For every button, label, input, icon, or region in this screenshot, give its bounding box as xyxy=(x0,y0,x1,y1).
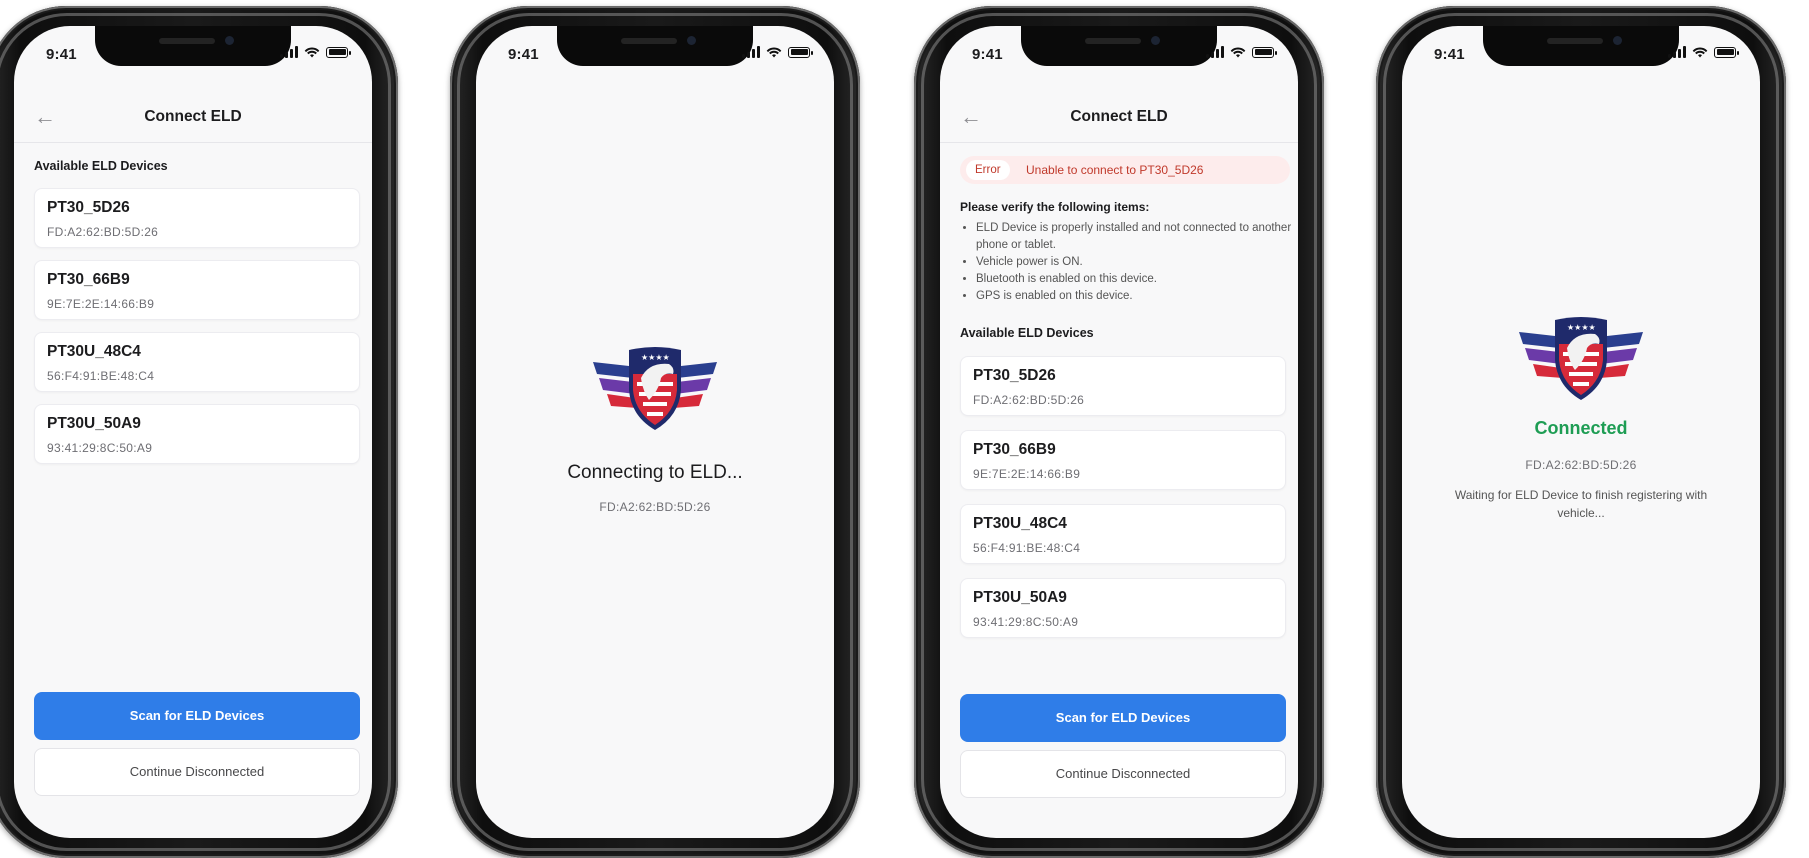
continue-disconnected-button[interactable]: Continue Disconnected xyxy=(960,750,1286,798)
svg-text:★★★★: ★★★★ xyxy=(1567,323,1596,332)
status-icons xyxy=(280,46,351,58)
device-card[interactable]: PT30U_50A9 93:41:29:8C:50:A9 xyxy=(34,404,360,464)
device-mac: 56:F4:91:BE:48:C4 xyxy=(973,541,1081,555)
svg-text:★★★★: ★★★★ xyxy=(641,353,670,362)
screen: 9:41 ★★★★ Connected FD:A2:62:BD:5D:26 Wa… xyxy=(1402,26,1760,838)
connected-mac: FD:A2:62:BD:5D:26 xyxy=(1525,458,1637,472)
status-icons xyxy=(742,46,813,58)
verify-item: ELD Device is properly installed and not… xyxy=(976,220,1296,254)
device-card[interactable]: PT30U_50A9 93:41:29:8C:50:A9 xyxy=(960,578,1286,638)
notch xyxy=(1483,26,1679,66)
available-devices-heading: Available ELD Devices xyxy=(960,326,1094,340)
device-name: PT30_5D26 xyxy=(973,367,1056,384)
device-mac: FD:A2:62:BD:5D:26 xyxy=(47,225,159,239)
phone-device-list: 9:41 ← Connect ELD Available ELD Devices… xyxy=(0,6,398,858)
connected-message: Waiting for ELD Device to finish registe… xyxy=(1454,488,1708,520)
eagle-shield-logo: ★★★★ xyxy=(593,347,717,430)
notch xyxy=(557,26,753,66)
error-message: Unable to connect to PT30_5D26 xyxy=(1026,163,1204,177)
notch xyxy=(1021,26,1217,66)
signal-icon xyxy=(1668,46,1686,58)
page-title: Connect ELD xyxy=(144,108,242,125)
status-icons xyxy=(1668,46,1739,58)
connected-title: Connected xyxy=(1534,418,1628,438)
device-mac: 93:41:29:8C:50:A9 xyxy=(973,615,1079,629)
verify-heading: Please verify the following items: xyxy=(960,200,1150,214)
device-name: PT30_66B9 xyxy=(47,271,130,288)
status-time: 9:41 xyxy=(972,46,1003,63)
wifi-icon xyxy=(304,47,320,58)
device-mac: 56:F4:91:BE:48:C4 xyxy=(47,369,155,383)
wifi-icon xyxy=(1692,47,1708,58)
signal-icon xyxy=(742,46,760,58)
connecting-text: Connecting to ELD... xyxy=(567,462,743,483)
status-time: 9:41 xyxy=(1434,46,1465,63)
connecting-mac: FD:A2:62:BD:5D:26 xyxy=(599,500,711,514)
battery-icon xyxy=(326,46,351,58)
screen: 9:41 ← Connect ELD Available ELD Devices… xyxy=(14,26,372,838)
battery-icon xyxy=(1252,46,1277,58)
error-label: Error xyxy=(966,160,1010,180)
wifi-icon xyxy=(766,47,782,58)
device-name: PT30U_48C4 xyxy=(973,515,1067,532)
verify-list: ELD Device is properly installed and not… xyxy=(960,220,1296,305)
screen: 9:41 ★★★★ Connecting to ELD... FD:A2:62:… xyxy=(476,26,834,838)
device-mac: 9E:7E:2E:14:66:B9 xyxy=(973,467,1081,481)
phone-connected: 9:41 ★★★★ Connected FD:A2:62:BD:5D:26 Wa… xyxy=(1376,6,1786,858)
phone-error: 9:41 ← Connect ELD Error Unable to conne… xyxy=(914,6,1324,858)
device-card[interactable]: PT30_5D26 FD:A2:62:BD:5D:26 xyxy=(960,356,1286,416)
status-time: 9:41 xyxy=(46,46,77,63)
available-devices-heading: Available ELD Devices xyxy=(34,159,168,173)
notch xyxy=(95,26,291,66)
verify-item: Bluetooth is enabled on this device. xyxy=(976,271,1296,288)
battery-icon xyxy=(788,46,813,58)
wifi-icon xyxy=(1230,47,1246,58)
verify-item: Vehicle power is ON. xyxy=(976,254,1296,271)
device-mac: FD:A2:62:BD:5D:26 xyxy=(973,393,1085,407)
error-banner: Error Unable to connect to PT30_5D26 xyxy=(960,156,1290,184)
continue-disconnected-button[interactable]: Continue Disconnected xyxy=(34,748,360,796)
verify-item: GPS is enabled on this device. xyxy=(976,288,1296,305)
device-card[interactable]: PT30_5D26 FD:A2:62:BD:5D:26 xyxy=(34,188,360,248)
device-mac: 93:41:29:8C:50:A9 xyxy=(47,441,153,455)
eagle-shield-logo: ★★★★ xyxy=(1519,317,1643,400)
signal-icon xyxy=(1206,46,1224,58)
device-name: PT30U_50A9 xyxy=(973,589,1067,606)
status-time: 9:41 xyxy=(508,46,539,63)
battery-icon xyxy=(1714,46,1739,58)
page-title: Connect ELD xyxy=(1070,108,1168,125)
device-name: PT30U_48C4 xyxy=(47,343,141,360)
device-name: PT30_5D26 xyxy=(47,199,130,216)
device-card[interactable]: PT30U_48C4 56:F4:91:BE:48:C4 xyxy=(34,332,360,392)
device-card[interactable]: PT30_66B9 9E:7E:2E:14:66:B9 xyxy=(960,430,1286,490)
scan-button[interactable]: Scan for ELD Devices xyxy=(960,694,1286,742)
scan-button[interactable]: Scan for ELD Devices xyxy=(34,692,360,740)
app-header: ← Connect ELD xyxy=(940,102,1298,143)
signal-icon xyxy=(280,46,298,58)
screen: 9:41 ← Connect ELD Error Unable to conne… xyxy=(940,26,1298,838)
device-name: PT30U_50A9 xyxy=(47,415,141,432)
app-header: ← Connect ELD xyxy=(14,102,372,143)
status-icons xyxy=(1206,46,1277,58)
device-mac: 9E:7E:2E:14:66:B9 xyxy=(47,297,155,311)
device-card[interactable]: PT30_66B9 9E:7E:2E:14:66:B9 xyxy=(34,260,360,320)
phone-connecting: 9:41 ★★★★ Connecting to ELD... FD:A2:62:… xyxy=(450,6,860,858)
device-card[interactable]: PT30U_48C4 56:F4:91:BE:48:C4 xyxy=(960,504,1286,564)
device-name: PT30_66B9 xyxy=(973,441,1056,458)
